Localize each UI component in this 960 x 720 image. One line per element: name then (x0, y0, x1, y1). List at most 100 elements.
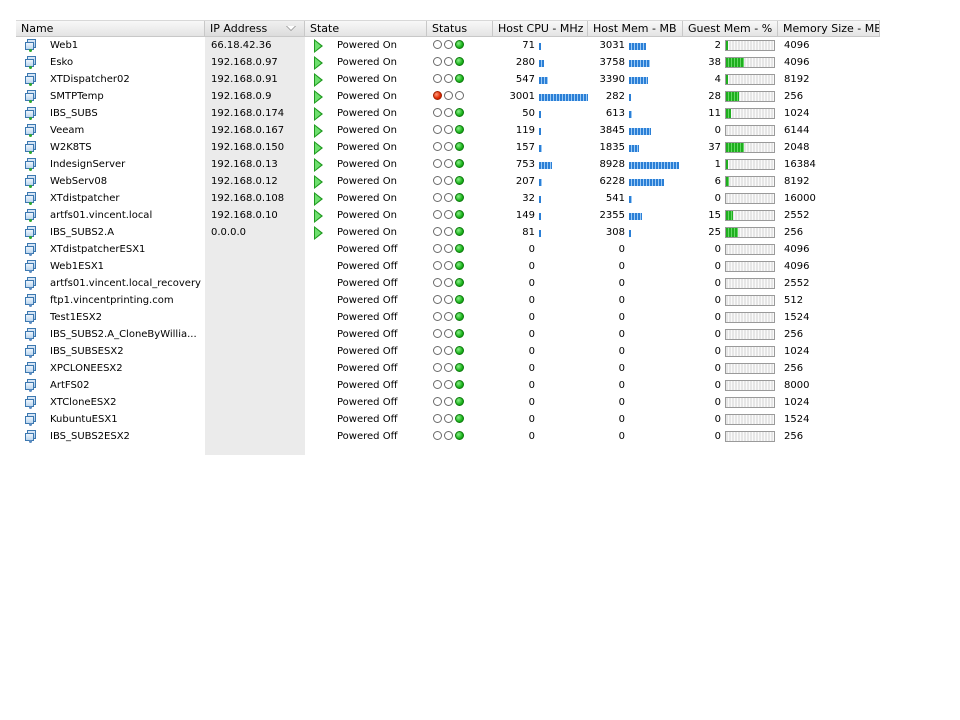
memory-size-cell: 1524 (784, 312, 810, 323)
table-row[interactable]: IBS_SUBS2.A_CloneByWillia... Powered Off 0… (16, 326, 880, 343)
host-cpu-cell: 0 (493, 360, 588, 377)
host-mem-cell: 6228 (588, 173, 683, 190)
host-cpu-bar (539, 179, 542, 186)
table-row[interactable]: SMTPTemp 192.168.0.9 Powered On 3001 282 28 25… (16, 88, 880, 105)
host-mem-bar (629, 196, 632, 203)
vm-name-cell[interactable]: Veeam (16, 122, 205, 139)
status-cell (427, 377, 493, 394)
powered-on-play-icon (314, 158, 323, 172)
vm-name-cell[interactable]: Web1 (16, 37, 205, 54)
status-cell (427, 343, 493, 360)
vm-name-cell[interactable]: artfs01.vincent.local (16, 207, 205, 224)
table-row[interactable]: XPCLONEESX2 Powered Off 0 0 0 256 (16, 360, 880, 377)
ip-address-cell (205, 343, 305, 360)
vm-name-cell[interactable]: XTdistpatcherESX1 (16, 241, 205, 258)
host-cpu-value: 50 (522, 108, 535, 119)
vm-name-cell[interactable]: SMTPTemp (16, 88, 205, 105)
vm-name-cell[interactable]: Esko (16, 54, 205, 71)
virtual-machine-icon (25, 192, 37, 205)
virtual-machine-icon (25, 260, 37, 273)
vm-name-cell[interactable]: Web1ESX1 (16, 258, 205, 275)
memory-size-cell: 8000 (784, 380, 810, 391)
vm-name-cell[interactable]: artfs01.vincent.local_recovery (16, 275, 205, 292)
table-row[interactable]: Esko 192.168.0.97 Powered On 280 3758 38 4096 (16, 54, 880, 71)
guest-mem-value: 0 (714, 414, 721, 425)
vm-name-cell[interactable]: XTDispatcher02 (16, 71, 205, 88)
vm-name-cell[interactable]: Test1ESX2 (16, 309, 205, 326)
table-row[interactable]: artfs01.vincent.local_recovery Powered Of… (16, 275, 880, 292)
sort-descending-icon (286, 26, 296, 31)
table-row[interactable]: IBS_SUBS 192.168.0.174 Powered On 50 613 11 10… (16, 105, 880, 122)
vm-name-cell[interactable]: IBS_SUBS2.A_CloneByWillia... (16, 326, 205, 343)
table-row[interactable]: W2K8TS 192.168.0.150 Powered On 157 1835 37 20… (16, 139, 880, 156)
table-row[interactable]: XTCloneESX2 Powered Off 0 0 0 1024 (16, 394, 880, 411)
table-row[interactable]: IBS_SUBSESX2 Powered Off 0 0 0 1024 (16, 343, 880, 360)
host-cpu-bar (539, 196, 541, 203)
vm-name: Test1ESX2 (50, 312, 102, 323)
vm-name: KubuntuESX1 (50, 414, 118, 425)
table-row[interactable]: KubuntuESX1 Powered Off 0 0 0 1524 (16, 411, 880, 428)
column-header-memory-size[interactable]: Memory Size - MB (778, 21, 880, 36)
host-cpu-value: 71 (522, 40, 535, 51)
column-header-host-cpu[interactable]: Host CPU - MHz (493, 21, 588, 36)
state-cell: Powered On (305, 139, 427, 156)
table-row[interactable]: XTDispatcher02 192.168.0.91 Powered On 547 3… (16, 71, 880, 88)
ip-address-cell (205, 377, 305, 394)
vm-name-cell[interactable]: ftp1.vincentprinting.com (16, 292, 205, 309)
table-row[interactable]: Web1ESX1 Powered Off 0 0 0 4096 (16, 258, 880, 275)
table-row[interactable]: XTdistpatcher 192.168.0.108 Powered On 32 54… (16, 190, 880, 207)
table-row[interactable]: IndesignServer 192.168.0.13 Powered On 753 8… (16, 156, 880, 173)
status-lights-icon (433, 57, 464, 66)
vm-name-cell[interactable]: IBS_SUBS (16, 105, 205, 122)
guest-mem-cell: 0 (683, 377, 778, 394)
table-row[interactable]: Veeam 192.168.0.167 Powered On 119 3845 0 6144 (16, 122, 880, 139)
virtual-machine-icon (25, 39, 37, 52)
table-row[interactable]: IBS_SUBS2ESX2 Powered Off 0 0 0 256 (16, 428, 880, 445)
host-cpu-value: 207 (515, 176, 535, 187)
state-cell: Powered On (305, 190, 427, 207)
vm-name-cell[interactable]: ArtFS02 (16, 377, 205, 394)
ip-address-cell (205, 275, 305, 292)
table-row[interactable]: ftp1.vincentprinting.com Powered Off 0 0 0 51… (16, 292, 880, 309)
ip-address-cell (205, 411, 305, 428)
vm-name-cell[interactable]: W2K8TS (16, 139, 205, 156)
table-row[interactable]: ArtFS02 Powered Off 0 0 0 8000 (16, 377, 880, 394)
vm-name-cell[interactable]: IndesignServer (16, 156, 205, 173)
vm-name-cell[interactable]: WebServ08 (16, 173, 205, 190)
table-row[interactable]: Web1 66.18.42.36 Powered On 71 3031 2 4096 (16, 37, 880, 54)
column-header-ip-address[interactable]: IP Address (205, 21, 305, 36)
table-row[interactable]: Test1ESX2 Powered Off 0 0 0 1524 (16, 309, 880, 326)
powered-on-play-icon (314, 141, 323, 155)
virtual-machine-icon (25, 158, 37, 171)
host-mem-cell: 282 (588, 88, 683, 105)
guest-mem-gauge (725, 57, 775, 68)
memory-size-cell: 1524 (784, 414, 810, 425)
status-lights-icon (433, 431, 464, 440)
vm-name-cell[interactable]: IBS_SUBSESX2 (16, 343, 205, 360)
vm-name-cell[interactable]: IBS_SUBS2.A (16, 224, 205, 241)
vm-name-cell[interactable]: KubuntuESX1 (16, 411, 205, 428)
host-mem-cell: 0 (588, 377, 683, 394)
host-cpu-value: 0 (528, 244, 535, 255)
column-header-status[interactable]: Status (427, 21, 493, 36)
column-header-guest-mem[interactable]: Guest Mem - % (683, 21, 778, 36)
vm-name-cell[interactable]: XTCloneESX2 (16, 394, 205, 411)
table-row[interactable]: XTdistpatcherESX1 Powered Off 0 0 0 4096 (16, 241, 880, 258)
host-cpu-value: 3001 (509, 91, 535, 102)
status-cell (427, 428, 493, 445)
column-header-state[interactable]: State (305, 21, 427, 36)
column-header-host-mem[interactable]: Host Mem - MB (588, 21, 683, 36)
host-mem-cell: 0 (588, 428, 683, 445)
table-row[interactable]: WebServ08 192.168.0.12 Powered On 207 6228 6 8… (16, 173, 880, 190)
guest-mem-gauge (725, 193, 775, 204)
vm-name-cell[interactable]: XTdistpatcher (16, 190, 205, 207)
state-text: Powered On (337, 176, 397, 187)
host-cpu-value: 0 (528, 346, 535, 357)
table-row[interactable]: artfs01.vincent.local 192.168.0.10 Powered… (16, 207, 880, 224)
guest-mem-value: 38 (708, 57, 721, 68)
vm-name-cell[interactable]: XPCLONEESX2 (16, 360, 205, 377)
memory-size-cell: 256 (784, 329, 804, 340)
vm-name-cell[interactable]: IBS_SUBS2ESX2 (16, 428, 205, 445)
table-row[interactable]: IBS_SUBS2.A 0.0.0.0 Powered On 81 308 25 256 (16, 224, 880, 241)
column-header-name[interactable]: Name (16, 21, 205, 36)
